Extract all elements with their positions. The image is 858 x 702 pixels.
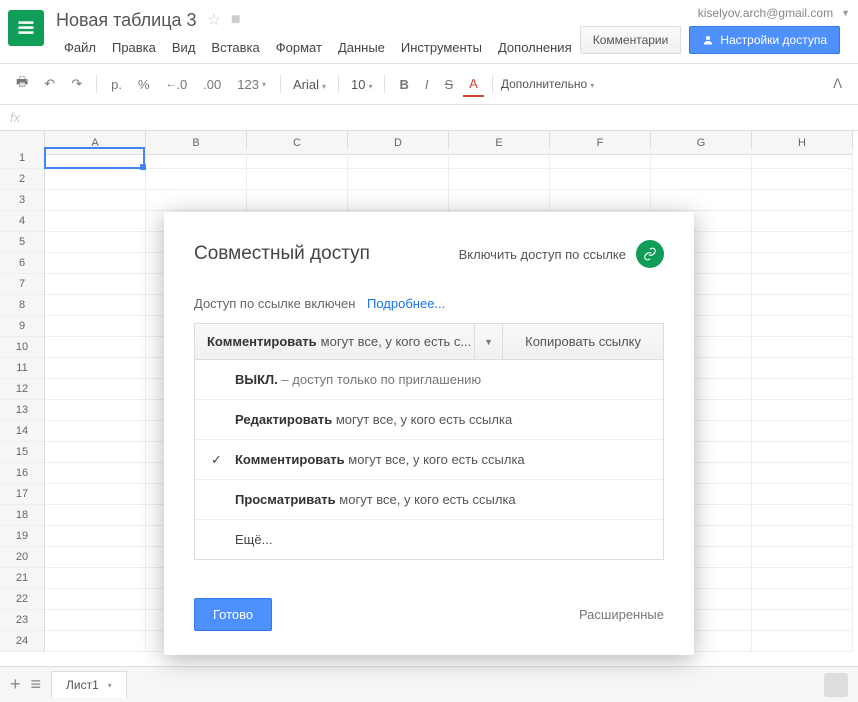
link-icon <box>636 240 664 268</box>
link-status-text: Доступ по ссылке включен <box>194 296 355 311</box>
done-button[interactable]: Готово <box>194 598 272 631</box>
option-off[interactable]: ВЫКЛ. – доступ только по приглашению <box>195 360 663 400</box>
permission-select[interactable]: Комментироватьмогут все, у кого есть с..… <box>195 324 475 359</box>
link-toggle-label: Включить доступ по ссылке <box>459 247 626 262</box>
permission-dropdown: ВЫКЛ. – доступ только по приглашению Ред… <box>194 360 664 560</box>
option-view[interactable]: Просматривать могут все, у кого есть ссы… <box>195 480 663 520</box>
share-dialog: Совместный доступ Включить доступ по ссы… <box>164 212 694 655</box>
link-sharing-toggle[interactable]: Включить доступ по ссылке <box>459 240 664 268</box>
copy-link-button[interactable]: Копировать ссылку <box>503 324 663 359</box>
dialog-title: Совместный доступ <box>194 243 370 265</box>
option-edit[interactable]: Редактировать могут все, у кого есть ссы… <box>195 400 663 440</box>
learn-more-link[interactable]: Подробнее... <box>367 296 445 311</box>
advanced-link[interactable]: Расширенные <box>579 607 664 622</box>
modal-backdrop: Совместный доступ Включить доступ по ссы… <box>0 0 858 702</box>
option-comment[interactable]: Комментировать могут все, у кого есть сс… <box>195 440 663 480</box>
permission-caret-icon[interactable]: ▼ <box>475 324 503 359</box>
option-more[interactable]: Ещё... <box>195 520 663 559</box>
